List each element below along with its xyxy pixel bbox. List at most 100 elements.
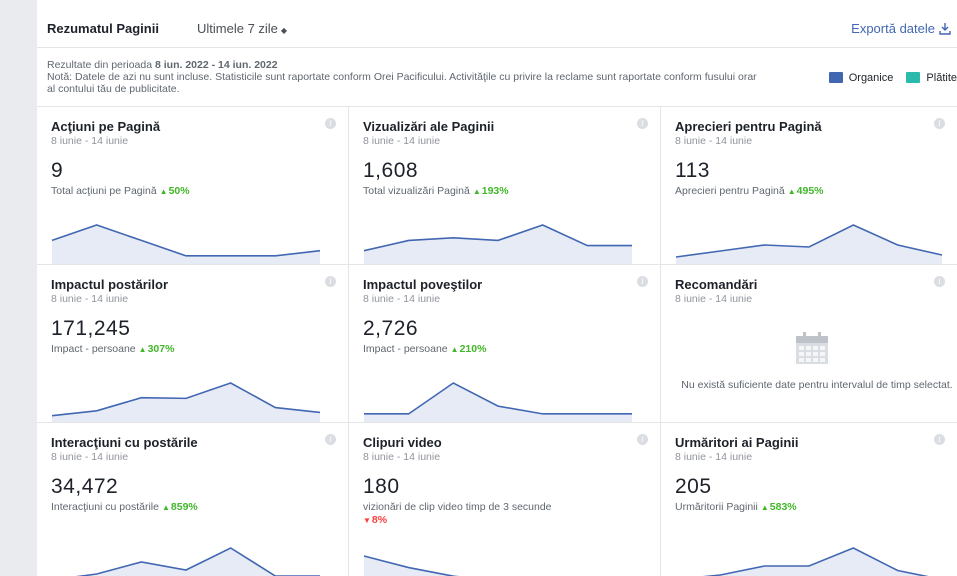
percent-change: ▲307% <box>139 343 175 355</box>
sparkline-area <box>364 383 632 422</box>
chart-legend: Organice Plătite <box>819 72 957 84</box>
card-title: Urmăritori ai Paginii <box>675 435 799 450</box>
info-icon[interactable]: i <box>934 276 945 287</box>
download-icon <box>939 23 951 35</box>
period-label: Ultimele 7 zile <box>197 21 278 36</box>
percent-change: ▲583% <box>761 501 797 513</box>
legend-paid-swatch <box>906 72 921 83</box>
info-icon[interactable]: i <box>637 276 648 287</box>
up-arrow-icon: ▲ <box>159 187 168 196</box>
card-post-engagement[interactable]: Interacţiuni cu postările i 8 iunie - 14… <box>37 423 349 576</box>
percent-change: ▲495% <box>788 185 824 197</box>
percent-change: ▼8% <box>363 514 387 526</box>
info-icon[interactable]: i <box>934 118 945 129</box>
card-title: Impactul poveştilor <box>363 277 483 292</box>
up-arrow-icon: ▲ <box>760 503 769 512</box>
date-range-notes: Rezultate din perioada 8 iun. 2022 - 14 … <box>47 59 767 95</box>
card-date: 8 iunie - 14 iunie <box>51 135 129 147</box>
card-date: 8 iunie - 14 iunie <box>675 451 753 463</box>
card-videos[interactable]: Clipuri video i 8 iunie - 14 iunie 180 v… <box>349 423 661 576</box>
legend-organic-swatch <box>828 72 843 83</box>
percent-change: ▲50% <box>160 185 190 197</box>
card-subtitle: Aprecieri pentru Pagină ▲495% <box>675 185 945 198</box>
calendar-icon <box>796 332 828 364</box>
card-title: Acţiuni pe Pagină <box>51 119 161 134</box>
card-date: 8 iunie - 14 iunie <box>51 451 129 463</box>
card-recommendations[interactable]: Recomandări i 8 iunie - 14 iunie Nu exis… <box>661 265 957 423</box>
card-date: 8 iunie - 14 iunie <box>363 135 441 147</box>
period-dropdown[interactable]: Ultimele 7 zile ◆ <box>197 21 287 36</box>
percent-change: ▲193% <box>473 185 509 197</box>
card-page-actions[interactable]: Acţiuni pe Pagină i 8 iunie - 14 iunie 9… <box>37 107 349 265</box>
card-subtitle-text: Impact - persoane <box>51 343 136 355</box>
percent-value: 307% <box>147 343 175 355</box>
legend-paid-label: Plătite <box>926 72 957 84</box>
card-subtitle: Interacţiuni cu postările ▲859% <box>51 501 321 514</box>
card-story-reach[interactable]: Impactul poveştilor i 8 iunie - 14 iunie… <box>349 265 661 423</box>
info-icon[interactable]: i <box>934 434 945 445</box>
card-value: 205 <box>675 475 712 498</box>
summary-header: Rezumatul Paginii Ultimele 7 zile ◆ Expor… <box>37 0 957 48</box>
card-value: 34,472 <box>51 475 119 498</box>
card-subtitle: vizionări de clip video timp de 3 secund… <box>363 501 633 527</box>
up-arrow-icon: ▲ <box>161 503 170 512</box>
sparkline-chart <box>51 382 321 422</box>
card-subtitle-text: Total acţiuni pe Pagină <box>51 185 157 197</box>
percent-value: 193% <box>481 185 509 197</box>
percent-value: 8% <box>371 514 388 526</box>
legend-organic[interactable]: Organice <box>828 72 893 84</box>
info-icon[interactable]: i <box>637 118 648 129</box>
card-value: 1,608 <box>363 159 419 182</box>
card-date: 8 iunie - 14 iunie <box>51 293 129 305</box>
percent-value: 859% <box>170 501 198 513</box>
card-date: 8 iunie - 14 iunie <box>363 293 441 305</box>
percent-value: 50% <box>168 185 190 197</box>
card-subtitle-text: Impact - persoane <box>363 343 448 355</box>
info-icon[interactable]: i <box>325 276 336 287</box>
card-date: 8 iunie - 14 iunie <box>363 451 441 463</box>
card-subtitle-text: Urmăritorii Paginii <box>675 501 758 513</box>
page-summary-panel: Rezumatul Paginii Ultimele 7 zile ◆ Expor… <box>37 0 957 576</box>
date-range-line: Rezultate din perioada 8 iun. 2022 - 14 … <box>47 59 767 71</box>
range-prefix: Rezultate din perioada <box>47 59 153 71</box>
card-page-likes[interactable]: Aprecieri pentru Pagină i 8 iunie - 14 i… <box>661 107 957 265</box>
export-label: Exportă datele <box>851 21 935 36</box>
sparkline-chart <box>702 547 929 576</box>
card-title: Impactul postărilor <box>51 277 169 292</box>
export-data-link[interactable]: Exportă datele <box>851 21 951 36</box>
card-value: 2,726 <box>363 317 419 340</box>
card-title: Aprecieri pentru Pagină <box>675 119 822 134</box>
info-icon[interactable]: i <box>325 118 336 129</box>
summary-cards-grid: Acţiuni pe Pagină i 8 iunie - 14 iunie 9… <box>37 106 957 576</box>
sparkline-chart <box>75 547 320 576</box>
percent-value: 495% <box>796 185 824 197</box>
card-page-views[interactable]: Vizualizări ale Paginii i 8 iunie - 14 i… <box>349 107 661 265</box>
card-subtitle: Total acţiuni pe Pagină ▲50% <box>51 185 321 198</box>
card-title: Clipuri video <box>363 435 442 450</box>
up-arrow-icon: ▲ <box>787 187 796 196</box>
card-title: Recomandări <box>675 277 758 292</box>
card-date: 8 iunie - 14 iunie <box>675 293 753 305</box>
percent-value: 210% <box>459 343 487 355</box>
legend-paid[interactable]: Plătite <box>906 72 957 84</box>
sparkline-chart <box>363 224 632 264</box>
insufficient-data-message: Nu există suficiente date pentru interva… <box>681 379 953 391</box>
card-value: 9 <box>51 159 64 182</box>
sparkline-area <box>52 225 320 264</box>
info-icon[interactable]: i <box>325 434 336 445</box>
sparkline-area <box>364 225 632 264</box>
info-icon[interactable]: i <box>637 434 648 445</box>
card-title: Interacţiuni cu postările <box>51 435 198 450</box>
sparkline-chart <box>675 224 943 264</box>
percent-change: ▲210% <box>451 343 487 355</box>
card-post-reach[interactable]: Impactul postărilor i 8 iunie - 14 iunie… <box>37 265 349 423</box>
timezone-note: Notă: Datele de azi nu sunt incluse. Sta… <box>47 71 757 95</box>
card-subtitle: Impact - persoane ▲210% <box>363 343 633 356</box>
card-subtitle-text: Aprecieri pentru Pagină <box>675 185 785 197</box>
down-arrow-icon: ▼ <box>363 516 371 525</box>
sparkline-chart <box>51 224 321 264</box>
card-page-followers[interactable]: Urmăritori ai Paginii i 8 iunie - 14 iun… <box>661 423 957 576</box>
sparkline-chart <box>364 382 632 422</box>
card-subtitle-text: Total vizualizări Pagină <box>363 185 470 197</box>
card-value: 180 <box>363 475 400 498</box>
